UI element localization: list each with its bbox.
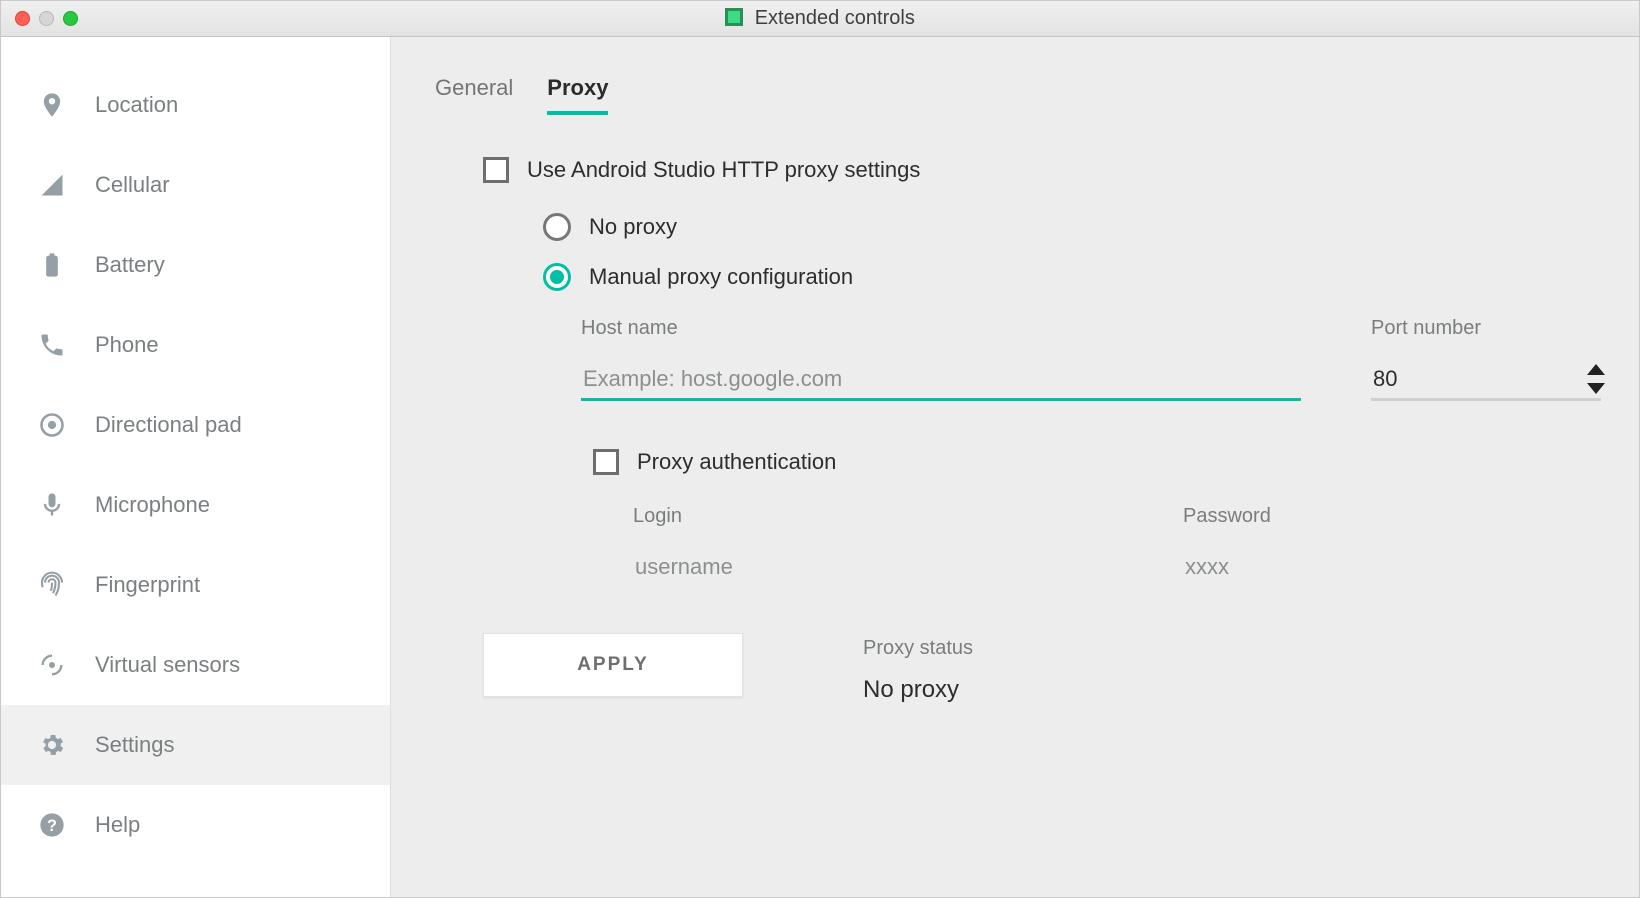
chevron-down-icon (1587, 383, 1605, 394)
port-label: Port number (1371, 317, 1601, 340)
signal-icon (35, 168, 69, 202)
sidebar-item-microphone[interactable]: Microphone (1, 465, 390, 545)
login-input (633, 548, 933, 589)
svg-text:?: ? (47, 817, 57, 835)
sidebar-item-label: Battery (95, 252, 165, 278)
proxy-auth-checkbox[interactable]: Proxy authentication (593, 449, 1581, 475)
window-title: Extended controls (1, 7, 1639, 30)
login-field: Login (633, 505, 933, 589)
window-body: Location Cellular Battery Phone (1, 37, 1639, 897)
app-icon (725, 8, 743, 26)
sidebar-item-help[interactable]: ? Help (1, 785, 390, 865)
host-input[interactable] (581, 360, 1301, 401)
proxy-status-value: No proxy (863, 676, 973, 704)
use-studio-proxy-label: Use Android Studio HTTP proxy settings (527, 157, 920, 183)
settings-content: General Proxy Use Android Studio HTTP pr… (391, 37, 1639, 897)
settings-tabs: General Proxy (435, 75, 1581, 115)
sidebar-item-battery[interactable]: Battery (1, 225, 390, 305)
radio-manual-proxy[interactable]: Manual proxy configuration (543, 263, 1581, 291)
sidebar-item-phone[interactable]: Phone (1, 305, 390, 385)
sidebar-item-label: Microphone (95, 492, 210, 518)
password-input (1183, 548, 1483, 589)
checkbox-icon (593, 449, 619, 475)
dpad-icon (35, 408, 69, 442)
port-input[interactable] (1371, 360, 1601, 401)
window-title-text: Extended controls (755, 7, 915, 29)
sidebar-item-settings[interactable]: Settings (1, 705, 390, 785)
sidebar-item-label: Virtual sensors (95, 652, 240, 678)
extended-controls-window: Extended controls Location Cellular (0, 0, 1640, 898)
tab-proxy[interactable]: Proxy (547, 75, 608, 115)
sensors-icon (35, 648, 69, 682)
sidebar-item-label: Settings (95, 732, 175, 758)
apply-button[interactable]: APPLY (483, 633, 743, 697)
checkbox-icon (483, 157, 509, 183)
sidebar-item-virtual-sensors[interactable]: Virtual sensors (1, 625, 390, 705)
tab-general[interactable]: General (435, 75, 513, 115)
radio-icon (543, 263, 571, 291)
use-studio-proxy-checkbox[interactable]: Use Android Studio HTTP proxy settings (483, 157, 1581, 183)
no-proxy-label: No proxy (589, 214, 677, 240)
help-icon: ? (35, 808, 69, 842)
phone-icon (35, 328, 69, 362)
sidebar-item-label: Location (95, 92, 178, 118)
sidebar-item-label: Help (95, 812, 140, 838)
radio-icon (543, 213, 571, 241)
proxy-auth-label: Proxy authentication (637, 449, 836, 475)
sidebar-item-label: Cellular (95, 172, 170, 198)
proxy-status-label: Proxy status (863, 637, 973, 660)
host-field: Host name (581, 317, 1301, 401)
manual-proxy-label: Manual proxy configuration (589, 264, 853, 290)
proxy-panel: Use Android Studio HTTP proxy settings N… (435, 157, 1581, 589)
sidebar-item-location[interactable]: Location (1, 65, 390, 145)
port-field: Port number (1371, 317, 1601, 401)
battery-icon (35, 248, 69, 282)
proxy-status: Proxy status No proxy (863, 633, 973, 704)
pin-icon (35, 88, 69, 122)
sidebar-item-cellular[interactable]: Cellular (1, 145, 390, 225)
titlebar: Extended controls (1, 1, 1639, 37)
sidebar-item-label: Phone (95, 332, 159, 358)
sidebar: Location Cellular Battery Phone (1, 37, 391, 897)
sidebar-item-label: Directional pad (95, 412, 242, 438)
password-field: Password (1183, 505, 1483, 589)
host-label: Host name (581, 317, 1301, 340)
mic-icon (35, 488, 69, 522)
login-label: Login (633, 505, 933, 528)
port-stepper[interactable] (1587, 364, 1605, 394)
sidebar-item-directional-pad[interactable]: Directional pad (1, 385, 390, 465)
radio-no-proxy[interactable]: No proxy (543, 213, 1581, 241)
sidebar-item-label: Fingerprint (95, 572, 200, 598)
chevron-up-icon (1587, 364, 1605, 375)
gear-icon (35, 728, 69, 762)
sidebar-item-fingerprint[interactable]: Fingerprint (1, 545, 390, 625)
fingerprint-icon (35, 568, 69, 602)
password-label: Password (1183, 505, 1483, 528)
